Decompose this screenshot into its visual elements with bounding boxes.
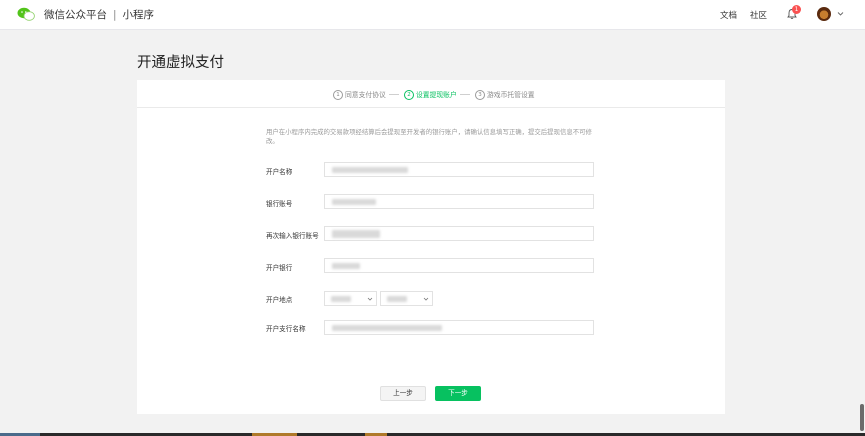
chevron-down-icon[interactable] [837, 10, 844, 17]
step-1: 1 同意支付协议 [333, 89, 386, 100]
form-card: 1 同意支付协议 2 设置提现账户 3 游戏币托管设置 用户在小程序内完成的交易款项经… [137, 80, 725, 414]
step-1-number: 1 [333, 90, 343, 100]
chevron-down-icon [423, 297, 429, 301]
nav-docs-link[interactable]: 文档 [720, 9, 737, 21]
step-3-number: 3 [475, 90, 485, 100]
step-2: 2 设置提现账户 [404, 89, 457, 100]
redacted-value [332, 230, 380, 238]
account-name-input[interactable] [324, 162, 594, 177]
bank-label: 开户银行 [266, 264, 293, 272]
city-select[interactable] [380, 291, 433, 306]
chevron-down-icon [367, 297, 373, 301]
account-number-label: 银行账号 [266, 200, 293, 208]
redacted-value [331, 296, 351, 302]
account-number-confirm-label: 再次输入银行账号 [266, 232, 319, 240]
wechat-logo-icon[interactable] [17, 7, 35, 21]
account-name-label: 开户名称 [266, 168, 293, 176]
brand-separator: | [113, 9, 117, 21]
user-avatar[interactable] [817, 7, 831, 21]
account-number-confirm-input[interactable] [324, 226, 594, 241]
redacted-value [332, 167, 408, 173]
top-bar: 微信公众平台 | 小程序 文档 社区 1 [0, 0, 865, 30]
notification-badge: 1 [792, 5, 801, 14]
nav-community-link[interactable]: 社区 [750, 9, 767, 21]
branch-input[interactable] [324, 320, 594, 335]
province-select[interactable] [324, 291, 377, 306]
platform-title[interactable]: 微信公众平台 | 小程序 [44, 7, 154, 22]
page-title: 开通虚拟支付 [137, 55, 224, 71]
branch-label: 开户支行名称 [266, 325, 306, 333]
step-indicator: 1 同意支付协议 2 设置提现账户 3 游戏币托管设置 [137, 80, 725, 108]
brand-name: 微信公众平台 [44, 9, 107, 21]
redacted-value [387, 296, 407, 302]
step-connector [460, 94, 470, 95]
step-2-number: 2 [404, 90, 414, 100]
step-2-label: 设置提现账户 [416, 91, 457, 99]
redacted-value [332, 325, 442, 331]
location-label: 开户地点 [266, 296, 293, 304]
step-1-label: 同意支付协议 [345, 91, 386, 99]
redacted-value [332, 263, 360, 269]
redacted-value [332, 199, 376, 205]
next-step-button[interactable]: 下一步 [435, 386, 481, 401]
step-3: 3 游戏币托管设置 [475, 89, 535, 100]
bank-input[interactable] [324, 258, 594, 273]
account-number-input[interactable] [324, 194, 594, 209]
form-description: 用户在小程序内完成的交易款项经结算后会提现至开发者的银行账户，请确认信息填写正确… [266, 128, 592, 145]
product-name: 小程序 [122, 9, 155, 21]
scrollbar[interactable] [860, 404, 864, 431]
step-connector [389, 94, 399, 95]
prev-step-button[interactable]: 上一步 [380, 386, 426, 401]
step-3-label: 游戏币托管设置 [487, 91, 535, 99]
